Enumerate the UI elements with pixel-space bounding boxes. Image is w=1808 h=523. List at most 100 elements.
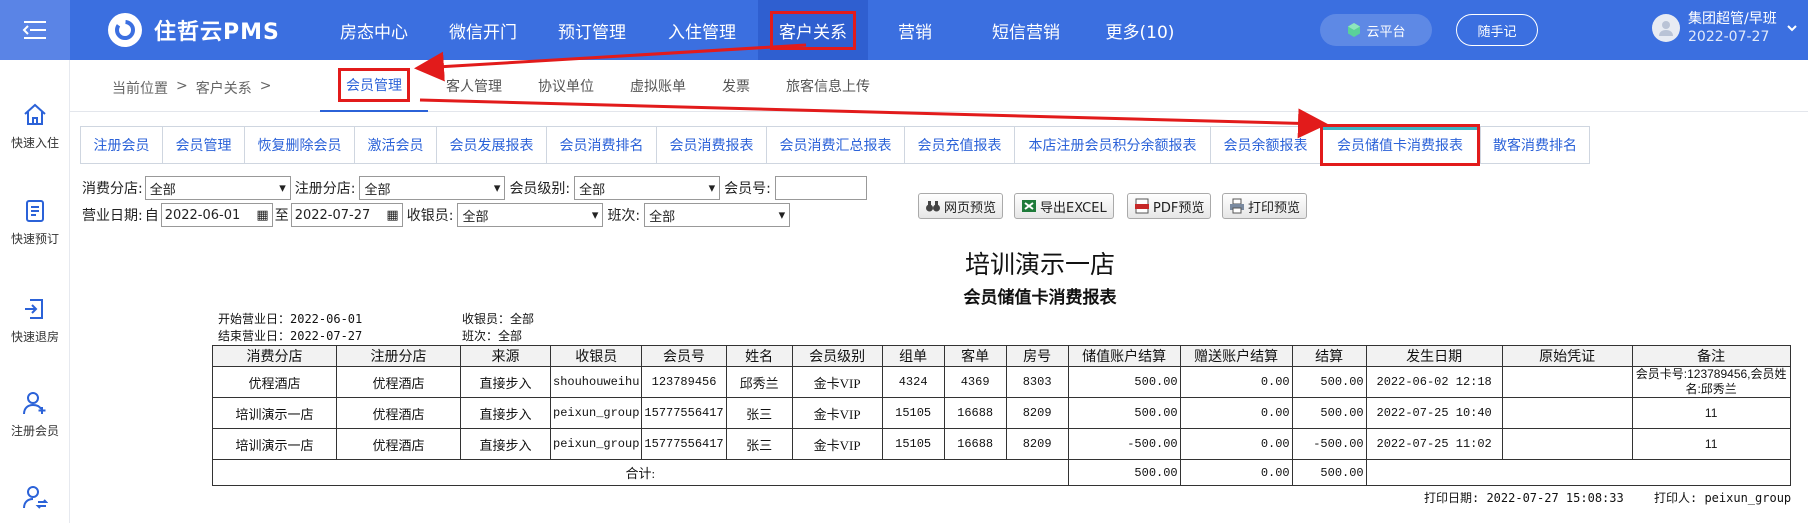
calendar-icon[interactable]: ▦ bbox=[386, 208, 398, 223]
switch-user-icon bbox=[23, 486, 48, 509]
nav-room-status[interactable]: 房态中心 bbox=[320, 0, 428, 60]
table-row: 培训演示一店 优程酒店 直接步入 peixun_group 15777556417 张三… bbox=[212, 428, 1791, 460]
tab-member-consumption-report[interactable]: 会员消费报表 bbox=[656, 126, 766, 164]
member-no-input[interactable] bbox=[774, 176, 867, 200]
sidebar-item-quick-checkin[interactable]: 快速入住 bbox=[0, 102, 70, 151]
top-bar: 住哲云PMS 房态中心 微信开门 预订管理 入住管理 客户关系 营销 短信营销 … bbox=[0, 0, 1808, 60]
subnav-invoice[interactable]: 发票 bbox=[704, 60, 768, 112]
to-label: 至 bbox=[274, 208, 289, 224]
chevron-down-icon: ▾ bbox=[279, 180, 286, 195]
subnav: 会员管理 客人管理 协议单位 虚拟账单 发票 旅客信息上传 bbox=[320, 60, 888, 112]
table-row: 优程酒店 优程酒店 直接步入 shouhouweihu 123789456 邱秀兰 金卡… bbox=[212, 366, 1791, 398]
table-total-row: 合计: 500.00 0.00 500.00 bbox=[212, 459, 1791, 486]
cube-icon bbox=[1348, 23, 1361, 37]
memo-button[interactable]: 随手记 bbox=[1456, 14, 1538, 46]
subnav-virtual-bills[interactable]: 虚拟账单 bbox=[612, 60, 704, 112]
report-filter-info: 收银员：全部 班次：全部 bbox=[462, 312, 535, 343]
web-preview-button[interactable]: 网页预览 bbox=[918, 193, 1004, 219]
tab-register-member[interactable]: 注册会员 bbox=[80, 126, 162, 164]
menu-toggle-icon[interactable] bbox=[0, 0, 70, 60]
tab-member-consumption-ranking[interactable]: 会员消费排名 bbox=[546, 126, 656, 164]
subnav-agreement-units[interactable]: 协议单位 bbox=[520, 60, 612, 112]
date-to-input[interactable]: 2022-07-27 ▦ bbox=[290, 203, 403, 227]
sidebar-item-quick-checkout[interactable]: 快速退房 bbox=[0, 296, 70, 345]
sidebar-item-register-member[interactable]: 注册会员 bbox=[0, 390, 70, 439]
breadcrumb: 当前位置 > 客户关系 > bbox=[112, 78, 272, 97]
filter-row-2: 营业日期: 自 2022-06-01 ▦ 至 2022-07-27 ▦ 收银员: 全… bbox=[82, 203, 791, 227]
subnav-member-management[interactable]: 会员管理 bbox=[320, 60, 428, 112]
consume-branch-select[interactable]: 全部 ▾ bbox=[144, 176, 291, 200]
tab-points-balance-report[interactable]: 本店注册会员积分余额报表 bbox=[1014, 126, 1210, 164]
cashier-select[interactable]: 全部 ▾ bbox=[457, 203, 604, 227]
calendar-icon[interactable]: ▦ bbox=[256, 208, 268, 223]
reg-branch-label: 注册分店: bbox=[294, 181, 356, 197]
nav-wechat-door[interactable]: 微信开门 bbox=[428, 0, 538, 60]
excel-icon bbox=[1022, 200, 1036, 212]
biz-date-label: 营业日期: bbox=[82, 208, 143, 224]
chevron-down-icon: ▾ bbox=[493, 180, 501, 195]
checkout-icon bbox=[25, 299, 43, 319]
brand[interactable]: 住哲云PMS bbox=[108, 12, 280, 48]
nav-marketing[interactable]: 营销 bbox=[868, 0, 962, 60]
tab-member-recharge-report[interactable]: 会员充值报表 bbox=[904, 126, 1014, 164]
tab-stored-value-card-report[interactable]: 会员储值卡消费报表 bbox=[1320, 124, 1480, 166]
print-preview-button[interactable]: 打印预览 bbox=[1222, 193, 1308, 219]
avatar-icon bbox=[1652, 14, 1680, 42]
user-menu[interactable]: 集团超管/早班 2022-07-27 bbox=[1652, 10, 1777, 46]
tab-member-growth-report[interactable]: 会员发展报表 bbox=[436, 126, 546, 164]
export-excel-button[interactable]: 导出EXCEL bbox=[1014, 193, 1114, 219]
user-date: 2022-07-27 bbox=[1688, 29, 1770, 45]
consume-branch-label: 消费分店: bbox=[82, 181, 143, 197]
pdf-icon bbox=[1135, 198, 1149, 214]
chevron-down-icon: ▾ bbox=[708, 180, 716, 195]
date-from-input[interactable]: 2022-06-01 ▦ bbox=[160, 203, 273, 227]
printer-icon bbox=[1230, 198, 1244, 214]
nav-checkin[interactable]: 入住管理 bbox=[646, 0, 758, 60]
cashier-label: 收银员: bbox=[406, 208, 454, 224]
tab-member-balance-report[interactable]: 会员余额报表 bbox=[1210, 126, 1320, 164]
filter-row-1: 消费分店: 全部 ▾ 注册分店: 全部 ▾ 会员级别: 全部 ▾ 会员号: bbox=[82, 176, 867, 200]
subnav-guest-management[interactable]: 客人管理 bbox=[428, 60, 520, 112]
binoculars-icon bbox=[926, 201, 940, 212]
member-no-label: 会员号: bbox=[724, 181, 771, 197]
nav-sms-marketing[interactable]: 短信营销 bbox=[962, 0, 1090, 60]
table-row: 培训演示一店 优程酒店 直接步入 peixun_group 15777556417 张三… bbox=[212, 397, 1791, 429]
add-user-icon bbox=[23, 392, 46, 415]
booking-icon bbox=[26, 200, 44, 222]
reg-branch-select[interactable]: 全部 ▾ bbox=[359, 176, 506, 200]
chevron-down-icon[interactable] bbox=[1786, 22, 1798, 38]
nav-more[interactable]: 更多(10) bbox=[1090, 0, 1190, 60]
from-label: 自 bbox=[144, 208, 159, 224]
report-table: 消费分店 注册分店 来源 收银员 会员号 姓名 会员级别 组单 客单 房号 储值… bbox=[212, 345, 1791, 486]
sidebar-item-switch-member[interactable] bbox=[0, 484, 70, 516]
report-date-range: 开始营业日：2022-06-01 结束营业日：2022-07-27 bbox=[218, 312, 363, 343]
nav-customer-relations[interactable]: 客户关系 bbox=[758, 0, 868, 60]
subnav-traveler-upload[interactable]: 旅客信息上传 bbox=[768, 60, 888, 112]
cloud-platform-button[interactable]: 云平台 bbox=[1320, 14, 1432, 46]
tab-walkin-consumption-ranking[interactable]: 散客消费排名 bbox=[1480, 126, 1590, 164]
pdf-preview-button[interactable]: PDF预览 bbox=[1127, 193, 1212, 219]
shift-select[interactable]: 全部 ▾ bbox=[644, 203, 791, 227]
tab-member-management[interactable]: 会员管理 bbox=[162, 126, 244, 164]
user-name: 集团超管/早班 bbox=[1688, 11, 1777, 27]
member-level-select[interactable]: 全部 ▾ bbox=[574, 176, 721, 200]
home-icon bbox=[24, 103, 46, 125]
sidebar-item-quick-booking[interactable]: 快速预订 bbox=[0, 198, 70, 247]
tab-restore-deleted[interactable]: 恢复删除会员 bbox=[244, 126, 354, 164]
report-hotel-name: 培训演示一店 bbox=[964, 250, 1115, 279]
chevron-down-icon: ▾ bbox=[591, 207, 599, 222]
report-title: 会员储值卡消费报表 bbox=[963, 288, 1117, 308]
report-tabs: 注册会员 会员管理 恢复删除会员 激活会员 会员发展报表 会员消费排名 会员消费… bbox=[80, 124, 1590, 166]
member-level-label: 会员级别: bbox=[509, 181, 571, 197]
tab-activate-member[interactable]: 激活会员 bbox=[354, 126, 436, 164]
brand-logo-icon bbox=[108, 13, 142, 47]
nav-booking[interactable]: 预订管理 bbox=[538, 0, 646, 60]
brand-name: 住哲云PMS bbox=[154, 20, 280, 45]
shift-label: 班次: bbox=[607, 208, 641, 224]
tab-member-consumption-summary[interactable]: 会员消费汇总报表 bbox=[766, 126, 904, 164]
sub-navigation-bar: 当前位置 > 客户关系 > 会员管理 客人管理 协议单位 虚拟账单 发票 旅客信息上传 bbox=[70, 60, 1808, 112]
quick-sidebar: 快速入住 快速预订 快速退房 注册会员 bbox=[0, 60, 70, 523]
table-header-row: 消费分店 注册分店 来源 收银员 会员号 姓名 会员级别 组单 客单 房号 储值… bbox=[212, 345, 1791, 367]
chevron-down-icon: ▾ bbox=[778, 207, 786, 222]
main-nav: 房态中心 微信开门 预订管理 入住管理 客户关系 营销 短信营销 更多(10) bbox=[320, 0, 1190, 60]
